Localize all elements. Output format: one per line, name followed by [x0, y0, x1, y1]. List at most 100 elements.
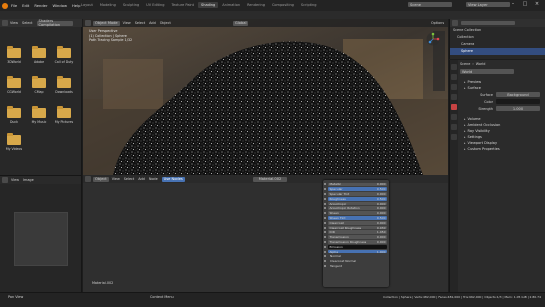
- vp-menu-view[interactable]: View: [123, 21, 131, 25]
- bsdf-input-field[interactable]: Transmission 0.000: [328, 235, 387, 239]
- folder-item[interactable]: 3DWorld: [2, 46, 26, 66]
- blender-logo-icon[interactable]: [2, 2, 8, 9]
- editor-type-icon[interactable]: [2, 20, 8, 26]
- image-editor-type-icon[interactable]: [2, 176, 8, 183]
- socket-icon[interactable]: [324, 216, 326, 219]
- socket-icon[interactable]: [324, 221, 326, 224]
- navigation-gizmo[interactable]: [426, 32, 440, 46]
- image-canvas[interactable]: [14, 212, 68, 266]
- output-tab-icon[interactable]: [451, 84, 457, 90]
- bsdf-input-field[interactable]: Clearcoat 0.000: [328, 221, 387, 225]
- bsdf-input-field[interactable]: Anisotropic 0.000: [328, 202, 387, 206]
- vp-options[interactable]: Options: [431, 21, 444, 25]
- socket-icon[interactable]: [324, 188, 326, 191]
- world-name-field[interactable]: World: [460, 69, 514, 74]
- socket-icon[interactable]: [324, 236, 326, 239]
- ne-menu-view[interactable]: View: [112, 177, 120, 181]
- socket-icon[interactable]: [324, 264, 326, 267]
- outliner-item-scene-collection[interactable]: Scene Collection: [450, 27, 545, 34]
- ne-menu-node[interactable]: Node: [149, 177, 158, 181]
- fb-menu-view[interactable]: View: [10, 21, 18, 25]
- socket-icon[interactable]: [324, 260, 326, 263]
- folder-item[interactable]: Duck: [2, 106, 26, 126]
- vp-menu-object[interactable]: Object: [160, 21, 171, 25]
- outliner-search-input[interactable]: [461, 20, 515, 26]
- minimize-icon[interactable]: –: [507, 1, 519, 7]
- bsdf-input-field[interactable]: Anisotropic Rotation 0.000: [328, 206, 387, 210]
- viewport-editor-icon[interactable]: [85, 20, 91, 26]
- tab-texture-paint[interactable]: Texture Paint: [168, 2, 197, 8]
- socket-icon[interactable]: [324, 245, 326, 248]
- socket-icon[interactable]: [324, 231, 326, 234]
- folder-item[interactable]: My Videos: [2, 133, 26, 153]
- color-swatch[interactable]: [496, 99, 540, 104]
- material-selector[interactable]: Material.002: [253, 176, 287, 182]
- scene-selector[interactable]: Scene: [408, 2, 452, 7]
- render-tab-icon[interactable]: [451, 74, 457, 80]
- menu-file[interactable]: File: [11, 4, 17, 8]
- bsdf-input-field[interactable]: Sheen Tint 0.500: [328, 216, 387, 220]
- outliner-item-collection[interactable]: Collection: [450, 34, 545, 41]
- folder-item[interactable]: My Music: [27, 106, 51, 126]
- tab-layout[interactable]: Layout: [78, 2, 96, 8]
- tab-compositing[interactable]: Compositing: [269, 2, 297, 8]
- outliner-item-camera[interactable]: Camera: [450, 41, 545, 48]
- vp-menu-add[interactable]: Add: [149, 21, 156, 25]
- bsdf-input-field[interactable]: Sheen 0.000: [328, 211, 387, 215]
- bsdf-input-field[interactable]: IOR 1.450: [328, 230, 387, 234]
- ne-menu-select[interactable]: Select: [124, 177, 134, 181]
- vp-menu-select[interactable]: Select: [135, 21, 145, 25]
- socket-icon[interactable]: [324, 250, 326, 253]
- ne-menu-add[interactable]: Add: [138, 177, 145, 181]
- tab-sculpting[interactable]: Sculpting: [120, 2, 142, 8]
- bsdf-input-field[interactable]: Clearcoat Roughness 0.030: [328, 226, 387, 230]
- strength-field[interactable]: 1.000: [496, 106, 540, 111]
- bsdf-input-field[interactable]: Metallic 0.000: [328, 182, 387, 186]
- menu-edit[interactable]: Edit: [22, 4, 29, 8]
- use-nodes-toggle[interactable]: Use Nodes: [161, 176, 185, 182]
- fb-menu-select[interactable]: Select: [22, 21, 32, 25]
- socket-icon[interactable]: [324, 212, 326, 215]
- bsdf-input-field[interactable]: Specular 0.500: [328, 187, 387, 191]
- view-layer-selector[interactable]: View Layer: [466, 2, 510, 7]
- surface-dropdown[interactable]: Background: [496, 92, 540, 97]
- bsdf-input-field[interactable]: Emission: [328, 245, 387, 249]
- tab-rendering[interactable]: Rendering: [244, 2, 268, 8]
- tab-scripting[interactable]: Scripting: [298, 2, 320, 8]
- object-tab-icon[interactable]: [451, 114, 457, 120]
- node-object-dropdown[interactable]: Object: [93, 176, 109, 182]
- socket-icon[interactable]: [324, 207, 326, 210]
- tab-shading[interactable]: Shading: [198, 2, 219, 8]
- tab-modeling[interactable]: Modeling: [97, 2, 119, 8]
- socket-icon[interactable]: [324, 255, 326, 258]
- folder-item[interactable]: Downloads: [52, 76, 76, 96]
- socket-icon[interactable]: [324, 226, 326, 229]
- section-custom-properties[interactable]: Custom Properties: [460, 146, 544, 152]
- material-tab-icon[interactable]: [451, 134, 457, 140]
- folder-item[interactable]: CGWorld: [2, 76, 26, 96]
- scene-field[interactable]: Scene: [408, 2, 452, 7]
- folder-item[interactable]: My Pictures: [52, 106, 76, 126]
- tab-animation[interactable]: Animation: [219, 2, 243, 8]
- socket-icon[interactable]: [324, 202, 326, 205]
- world-tab-icon[interactable]: [451, 104, 457, 110]
- fb-path-field[interactable]: Shaders Compilation: [36, 19, 73, 27]
- close-icon[interactable]: ×: [531, 1, 543, 7]
- bsdf-input-field[interactable]: Roughness 0.500: [328, 197, 387, 201]
- bsdf-input-field[interactable]: Transmission Roughness 0.000: [328, 240, 387, 244]
- view-layer-field[interactable]: View Layer: [466, 2, 510, 7]
- socket-icon[interactable]: [324, 240, 326, 243]
- scene-tab-icon[interactable]: [451, 94, 457, 100]
- menu-window[interactable]: Window: [52, 4, 67, 8]
- folder-item[interactable]: Call of Duty: [52, 46, 76, 66]
- tab-uv-editing[interactable]: UV Editing: [143, 2, 167, 8]
- image-menu-view[interactable]: View: [11, 178, 19, 182]
- socket-icon[interactable]: [324, 197, 326, 200]
- transform-orientation-dropdown[interactable]: Global: [233, 20, 249, 26]
- 3d-viewport[interactable]: [83, 19, 448, 175]
- maximize-icon[interactable]: □: [519, 1, 531, 7]
- folder-item[interactable]: CMap: [27, 76, 51, 96]
- shader-node-editor[interactable]: [83, 175, 448, 292]
- socket-icon[interactable]: [324, 192, 326, 195]
- outliner-item-sphere[interactable]: Sphere: [450, 48, 545, 55]
